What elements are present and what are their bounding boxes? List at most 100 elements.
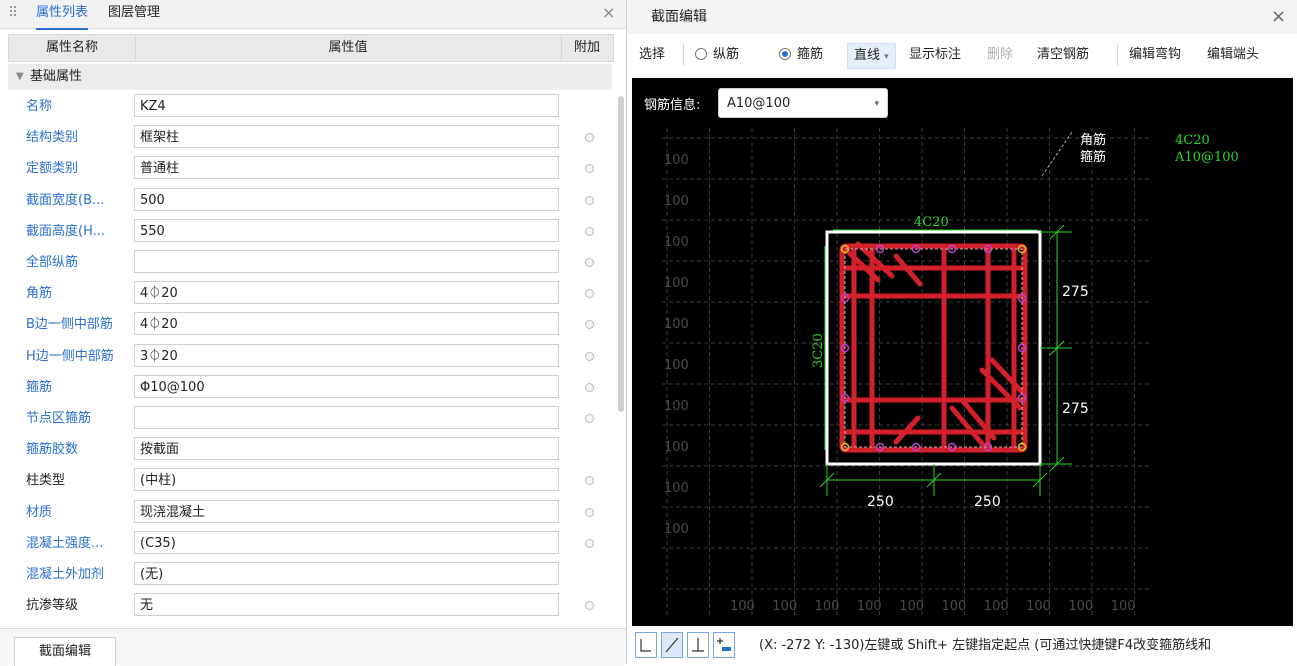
- property-name: 结构类别: [26, 130, 79, 146]
- show-dimensions-button[interactable]: 显示标注: [909, 34, 961, 76]
- attach-checkbox-icon[interactable]: [585, 507, 594, 517]
- toolbar-divider: [1117, 44, 1118, 66]
- property-value-field[interactable]: 现浇混凝土: [134, 499, 559, 523]
- attach-checkbox-icon[interactable]: [585, 258, 594, 267]
- section-canvas[interactable]: 钢筋信息: A10@100 ▾ 100 100 100 100 100 100 100 100…: [632, 78, 1293, 626]
- collapse-triangle-icon[interactable]: ▼: [16, 64, 24, 90]
- attach-checkbox-icon[interactable]: [585, 164, 594, 174]
- attach-checkbox-icon[interactable]: [585, 601, 594, 611]
- add-point-icon[interactable]: [713, 632, 735, 658]
- property-name: 名称: [26, 99, 53, 114]
- grid-label: 100: [664, 481, 689, 496]
- close-icon[interactable]: ×: [1271, 6, 1286, 27]
- attach-checkbox-icon[interactable]: [585, 382, 594, 392]
- attach-checkbox-icon[interactable]: [585, 414, 594, 423]
- property-name: B边一侧中部筋: [26, 317, 113, 333]
- property-value-field[interactable]: (无): [134, 562, 559, 585]
- property-row[interactable]: 箍筋 Φ10@100: [8, 372, 612, 403]
- property-row[interactable]: 角筋 4⏀20: [8, 278, 612, 309]
- property-value-field[interactable]: 框架柱: [134, 125, 559, 149]
- edit-end-button[interactable]: 编辑端头: [1207, 34, 1259, 76]
- property-name: H边一侧中部筋: [26, 348, 114, 364]
- property-row[interactable]: 材质 现浇混凝土: [8, 497, 612, 528]
- grid-label: 100: [664, 399, 689, 414]
- property-value-field[interactable]: [134, 406, 559, 429]
- property-name: 混凝土外加剂: [26, 567, 105, 582]
- edit-hook-button[interactable]: 编辑弯钩: [1129, 34, 1181, 76]
- attach-checkbox-icon[interactable]: [585, 320, 594, 330]
- property-row[interactable]: 混凝土外加剂 (无): [8, 559, 612, 590]
- property-row[interactable]: 名称 KZ4: [8, 91, 612, 122]
- property-row[interactable]: 箍筋胶数 按截面: [8, 434, 612, 465]
- column-header-name: 属性名称: [9, 35, 136, 61]
- property-name: 截面高度(H...: [26, 223, 106, 239]
- property-value-field[interactable]: [134, 250, 559, 273]
- attach-checkbox-icon[interactable]: [585, 476, 594, 486]
- property-value-field[interactable]: (中柱): [134, 468, 559, 492]
- property-value-field[interactable]: (C35): [134, 530, 559, 554]
- attach-checkbox-icon[interactable]: [585, 195, 594, 205]
- grid-label: 100: [984, 599, 1009, 614]
- line-draw-icon[interactable]: [661, 632, 683, 658]
- property-value-field[interactable]: 3⏀20: [134, 343, 559, 367]
- property-name: 混凝土强度...: [26, 535, 104, 551]
- property-row[interactable]: 节点区箍筋: [8, 403, 612, 434]
- property-row[interactable]: 混凝土强度... (C35): [8, 528, 612, 559]
- attach-checkbox-icon[interactable]: [585, 538, 594, 548]
- stirrup-rebars[interactable]: [839, 241, 1028, 453]
- property-name: 角筋: [26, 286, 53, 302]
- property-row[interactable]: B边一侧中部筋 4⏀20: [8, 309, 612, 340]
- select-button[interactable]: 选择: [639, 34, 665, 76]
- property-row[interactable]: 截面高度(H... 550: [8, 216, 612, 247]
- property-value-field[interactable]: 550: [134, 218, 559, 242]
- grid-label: 100: [664, 194, 689, 209]
- scrollbar-thumb[interactable]: [618, 96, 624, 412]
- property-value-field[interactable]: 无: [134, 593, 559, 617]
- group-basic-properties[interactable]: ▼ 基础属性: [8, 64, 612, 90]
- radio-longitudinal[interactable]: 纵筋: [695, 34, 739, 76]
- property-row[interactable]: 截面宽度(B... 500: [8, 185, 612, 216]
- property-value-field[interactable]: 500: [134, 187, 559, 211]
- line-mode-dropdown[interactable]: 直线 ▾: [847, 43, 896, 69]
- grid-label: 100: [942, 599, 967, 614]
- property-value-field[interactable]: 普通柱: [134, 156, 559, 180]
- property-value-field[interactable]: Φ10@100: [134, 374, 559, 398]
- drag-grip-icon[interactable]: ⠿: [8, 4, 18, 22]
- property-row[interactable]: 柱类型 (中柱): [8, 465, 612, 496]
- property-row[interactable]: 全部纵筋: [8, 247, 612, 278]
- ortho-icon[interactable]: [635, 632, 657, 658]
- grid-label: 100: [730, 599, 755, 614]
- tab-property-list[interactable]: 属性列表: [36, 0, 89, 30]
- property-name: 材质: [26, 504, 53, 520]
- rebar-info-select[interactable]: A10@100 ▾: [718, 88, 888, 118]
- section-drawing[interactable]: 100 100 100 100 100 100 100 100 100 100 100 100 100 1…: [632, 128, 1293, 626]
- grid-label: 100: [1111, 599, 1136, 614]
- property-row[interactable]: H边一侧中部筋 3⏀20: [8, 341, 612, 372]
- close-icon[interactable]: ×: [602, 3, 615, 22]
- tab-layer-management[interactable]: 图层管理: [108, 0, 160, 28]
- clear-rebar-button[interactable]: 清空钢筋: [1037, 34, 1089, 76]
- property-value-field[interactable]: 4⏀20: [134, 281, 559, 305]
- panel-bottom-bar: 截面编辑: [0, 628, 626, 666]
- radio-longitudinal-label: 纵筋: [713, 47, 740, 62]
- attach-checkbox-icon[interactable]: [585, 351, 594, 361]
- perpendicular-icon[interactable]: [687, 632, 709, 658]
- dialog-title-bar[interactable]: 截面编辑 ×: [627, 0, 1297, 34]
- attach-checkbox-icon[interactable]: [585, 226, 594, 236]
- property-value-field[interactable]: KZ4: [134, 94, 559, 117]
- column-header-value: 属性值: [135, 35, 562, 61]
- attach-checkbox-icon[interactable]: [585, 133, 594, 143]
- property-row[interactable]: 结构类别 框架柱: [8, 122, 612, 153]
- property-value-field[interactable]: 按截面: [134, 437, 559, 461]
- radio-stirrup[interactable]: 箍筋: [779, 34, 823, 76]
- property-row[interactable]: 抗渗等级 无: [8, 590, 612, 621]
- property-value-field[interactable]: 4⏀20: [134, 312, 559, 336]
- line-mode-label: 直线: [854, 48, 881, 63]
- property-name: 全部纵筋: [26, 255, 79, 270]
- attach-checkbox-icon[interactable]: [585, 289, 594, 299]
- status-bar: (X: -272 Y: -130)左键或 Shift+ 左键指定起点 (可通过快…: [627, 628, 1297, 664]
- property-row[interactable]: 定额类别 普通柱: [8, 153, 612, 184]
- delete-button[interactable]: 删除: [987, 34, 1013, 76]
- section-edit-tab-button[interactable]: 截面编辑: [14, 637, 116, 666]
- grid-label: 100: [815, 599, 840, 614]
